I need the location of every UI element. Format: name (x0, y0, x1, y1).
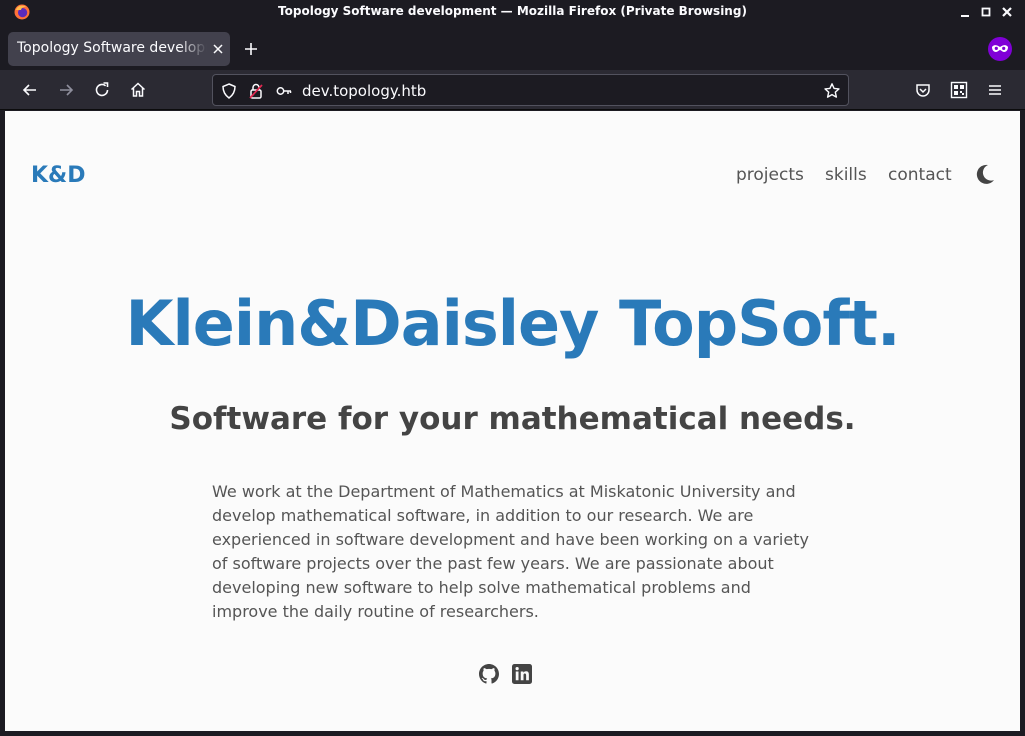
title-bar: Topology Software development — Mozilla … (0, 0, 1025, 24)
page-content: K&D projects skills contact Klein&Daisle… (5, 111, 1020, 731)
window-title: Topology Software development — Mozilla … (278, 4, 747, 18)
back-icon[interactable] (20, 80, 40, 100)
new-tab-icon[interactable] (240, 38, 262, 60)
insecure-lock-icon[interactable] (247, 82, 265, 100)
home-icon[interactable] (128, 80, 148, 100)
github-icon[interactable] (479, 664, 499, 684)
moon-icon[interactable] (974, 163, 996, 185)
tab-active[interactable]: Topology Software development (8, 32, 230, 66)
about-paragraph: We work at the Department of Mathematics… (212, 482, 809, 621)
maximize-icon[interactable] (978, 4, 994, 20)
nav-link-contact[interactable]: contact (888, 165, 952, 185)
hero-subtitle: Software for your mathematical needs. (169, 401, 856, 437)
url-bar[interactable]: dev.topology.htb (212, 74, 849, 106)
pocket-icon[interactable] (913, 80, 933, 100)
hero-title: Klein&Daisley TopSoft. (125, 287, 900, 360)
key-icon[interactable] (275, 82, 293, 100)
private-browsing-mask-icon (988, 37, 1012, 61)
linkedin-icon[interactable] (512, 664, 532, 684)
close-window-icon[interactable] (999, 4, 1015, 20)
nav-link-skills[interactable]: skills (825, 165, 867, 185)
nav-link-projects[interactable]: projects (736, 165, 804, 185)
site-brand-logo[interactable]: K&D (31, 163, 86, 188)
tab-title: Topology Software development (17, 40, 207, 56)
navigation-toolbar: dev.topology.htb (0, 70, 1025, 110)
close-tab-icon[interactable] (210, 41, 226, 57)
qr-code-icon[interactable] (949, 80, 969, 100)
tracking-protection-shield-icon[interactable] (220, 82, 238, 100)
hamburger-menu-icon[interactable] (985, 80, 1005, 100)
forward-icon[interactable] (56, 80, 76, 100)
reload-icon[interactable] (92, 80, 112, 100)
tab-strip: Topology Software development (0, 24, 1025, 70)
minimize-icon[interactable] (957, 4, 973, 20)
browser-window: Topology Software development — Mozilla … (0, 0, 1025, 736)
bookmark-star-icon[interactable] (823, 82, 841, 100)
url-text[interactable]: dev.topology.htb (302, 82, 426, 100)
